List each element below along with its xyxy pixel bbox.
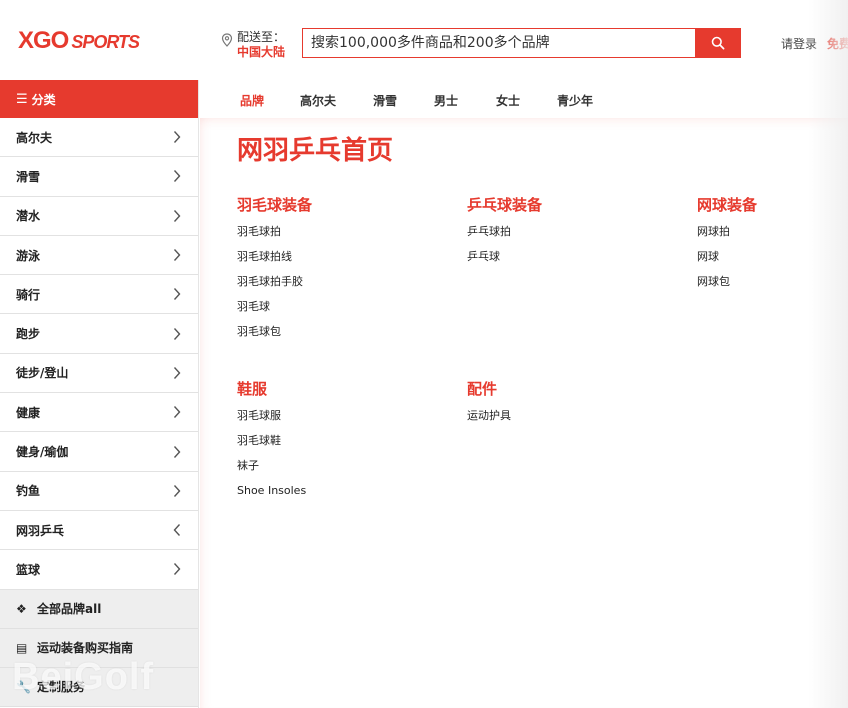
sidebar-item-label: 篮球 bbox=[16, 562, 41, 577]
brands-icon: ❖ bbox=[16, 601, 27, 616]
category-link[interactable]: Shoe Insoles bbox=[237, 484, 306, 509]
sidebar-item[interactable]: 徒步/登山 bbox=[0, 354, 198, 394]
sidebar-item-label: 健身/瑜伽 bbox=[16, 445, 69, 460]
sidebar-extra-label: 运动装备购买指南 bbox=[37, 641, 134, 656]
search-input[interactable] bbox=[303, 29, 696, 57]
sidebar-item-label: 骑行 bbox=[16, 287, 41, 302]
category-link[interactable]: 羽毛球拍线 bbox=[237, 250, 312, 275]
chevron-right-icon bbox=[173, 484, 181, 497]
category-link[interactable]: 羽毛球服 bbox=[237, 409, 306, 434]
sidebar-item[interactable]: 钓鱼 bbox=[0, 472, 198, 511]
chevron-right-icon bbox=[173, 131, 181, 144]
category-sidebar: ☰ 分类 高尔夫滑雪潜水游泳骑行跑步徒步/登山健康健身/瑜伽钓鱼网羽乒乓篮球 ❖… bbox=[0, 80, 199, 708]
search-button[interactable] bbox=[695, 28, 741, 58]
brand-tabs: 品牌 高尔夫 滑雪 男士 女士 青少年 bbox=[200, 80, 848, 118]
category-link[interactable]: 网球拍 bbox=[697, 225, 757, 250]
sidebar-item[interactable]: 网羽乒乓 bbox=[0, 511, 198, 551]
category-link[interactable]: 网球 bbox=[697, 250, 757, 275]
sidebar-extra-label: 全部品牌all bbox=[37, 602, 102, 617]
chevron-right-icon bbox=[173, 249, 181, 262]
chevron-left-icon bbox=[173, 524, 181, 537]
sidebar-item[interactable]: 潜水 bbox=[0, 197, 198, 236]
category-link[interactable]: 羽毛球鞋 bbox=[237, 434, 306, 459]
sidebar-item-label: 游泳 bbox=[16, 248, 41, 263]
site-logo[interactable]: XGO SPORTS bbox=[18, 27, 140, 55]
category-link[interactable]: 运动护具 bbox=[467, 409, 511, 434]
chevron-right-icon bbox=[173, 406, 181, 419]
sidebar-item-label: 徒步/登山 bbox=[16, 366, 69, 381]
chevron-right-icon bbox=[173, 170, 181, 183]
free-link[interactable]: 免费 bbox=[827, 35, 848, 52]
sidebar-item-label: 跑步 bbox=[16, 327, 41, 342]
chevron-right-icon bbox=[173, 366, 181, 379]
category-group: 羽毛球装备羽毛球拍 羽毛球拍线 羽毛球拍手胶 羽毛球 羽毛球包 bbox=[237, 194, 312, 350]
category-group: 鞋服羽毛球服 羽毛球鞋 袜子 Shoe Insoles bbox=[237, 378, 306, 509]
sidebar-item-label: 网羽乒乓 bbox=[16, 523, 65, 538]
sidebar-item[interactable]: 骑行 bbox=[0, 275, 198, 315]
category-group-title[interactable]: 配件 bbox=[467, 378, 511, 399]
sidebar-item-label: 高尔夫 bbox=[16, 130, 53, 145]
sidebar-item[interactable]: 滑雪 bbox=[0, 157, 198, 197]
sidebar-item[interactable]: 健身/瑜伽 bbox=[0, 432, 198, 472]
tab-item[interactable]: 青少年 bbox=[557, 92, 593, 109]
category-link[interactable]: 网球包 bbox=[697, 275, 757, 300]
tab-item[interactable]: 高尔夫 bbox=[300, 92, 336, 109]
sidebar-item-label: 钓鱼 bbox=[16, 484, 41, 499]
category-link[interactable]: 羽毛球拍手胶 bbox=[237, 275, 312, 300]
search-box bbox=[302, 28, 696, 58]
category-group: 配件 运动护具 bbox=[467, 378, 511, 434]
guide-icon: ▤ bbox=[16, 640, 28, 655]
category-group: 网球装备网球拍 网球 网球包 bbox=[697, 194, 757, 300]
chevron-right-icon bbox=[173, 209, 181, 222]
sidebar-item-label: 潜水 bbox=[16, 209, 41, 224]
category-group-title[interactable]: 鞋服 bbox=[237, 378, 306, 399]
logo-sub: SPORTS bbox=[71, 32, 140, 52]
chevron-right-icon bbox=[173, 288, 181, 301]
chevron-right-icon bbox=[173, 445, 181, 458]
chevron-right-icon bbox=[173, 327, 181, 340]
sidebar-extra-item[interactable]: 🔧 定制服务 bbox=[0, 667, 198, 707]
category-link[interactable]: 乒乓球 bbox=[467, 250, 542, 275]
page-title: 网羽乒乓首页 bbox=[237, 136, 394, 166]
category-group-title[interactable]: 羽毛球装备 bbox=[237, 194, 312, 215]
sidebar-item[interactable]: 健康 bbox=[0, 393, 198, 433]
category-group-title[interactable]: 乒乓球装备 bbox=[467, 194, 542, 215]
sidebar-item-label: 健康 bbox=[16, 405, 41, 420]
chevron-right-icon bbox=[173, 563, 181, 576]
sidebar-item[interactable]: 游泳 bbox=[0, 236, 198, 276]
login-link[interactable]: 请登录 bbox=[781, 35, 817, 52]
sidebar-item[interactable]: 篮球 bbox=[0, 550, 198, 590]
category-header-label: 分类 bbox=[31, 92, 56, 107]
menu-icon: ☰ bbox=[16, 91, 28, 107]
tab-item[interactable]: 男士 bbox=[434, 92, 458, 109]
sidebar-item[interactable]: 跑步 bbox=[0, 314, 198, 354]
location-pin-icon bbox=[221, 33, 233, 47]
search-icon bbox=[711, 36, 725, 50]
logo-main: XGO bbox=[18, 27, 69, 54]
tab-item[interactable]: 品牌 bbox=[240, 92, 264, 109]
wrench-icon: 🔧 bbox=[16, 679, 31, 694]
category-link[interactable]: 羽毛球 bbox=[237, 300, 312, 325]
sidebar-extra-item[interactable]: ❖ 全部品牌all bbox=[0, 589, 198, 629]
category-link[interactable]: 袜子 bbox=[237, 459, 306, 484]
sidebar-item[interactable]: 高尔夫 bbox=[0, 118, 198, 158]
tab-item[interactable]: 女士 bbox=[496, 92, 520, 109]
category-content: 网羽乒乓首页 羽毛球装备 羽毛球拍 羽毛球拍线 羽毛球拍手胶 羽毛球 羽毛球包 乒乓球装备乒… bbox=[200, 118, 848, 708]
sidebar-extra-label: 定制服务 bbox=[37, 680, 86, 695]
sidebar-extra-item[interactable]: ▤ 运动装备购买指南 bbox=[0, 628, 198, 668]
tab-item[interactable]: 滑雪 bbox=[373, 92, 397, 109]
category-header[interactable]: ☰ 分类 bbox=[0, 80, 198, 118]
category-link[interactable]: 乒乓球拍 bbox=[467, 225, 542, 250]
category-link[interactable]: 羽毛球拍 bbox=[237, 225, 312, 250]
ship-region[interactable]: 中国大陆 bbox=[237, 43, 285, 60]
site-header: XGOSPORTS 配送至： 中国大陆 请登录 免费 bbox=[0, 0, 848, 80]
category-group-title[interactable]: 网球装备 bbox=[697, 194, 757, 215]
category-link[interactable]: 羽毛球包 bbox=[237, 325, 312, 350]
sidebar-item-label: 滑雪 bbox=[16, 169, 41, 184]
category-group: 乒乓球装备乒乓球拍 乒乓球 bbox=[467, 194, 542, 275]
